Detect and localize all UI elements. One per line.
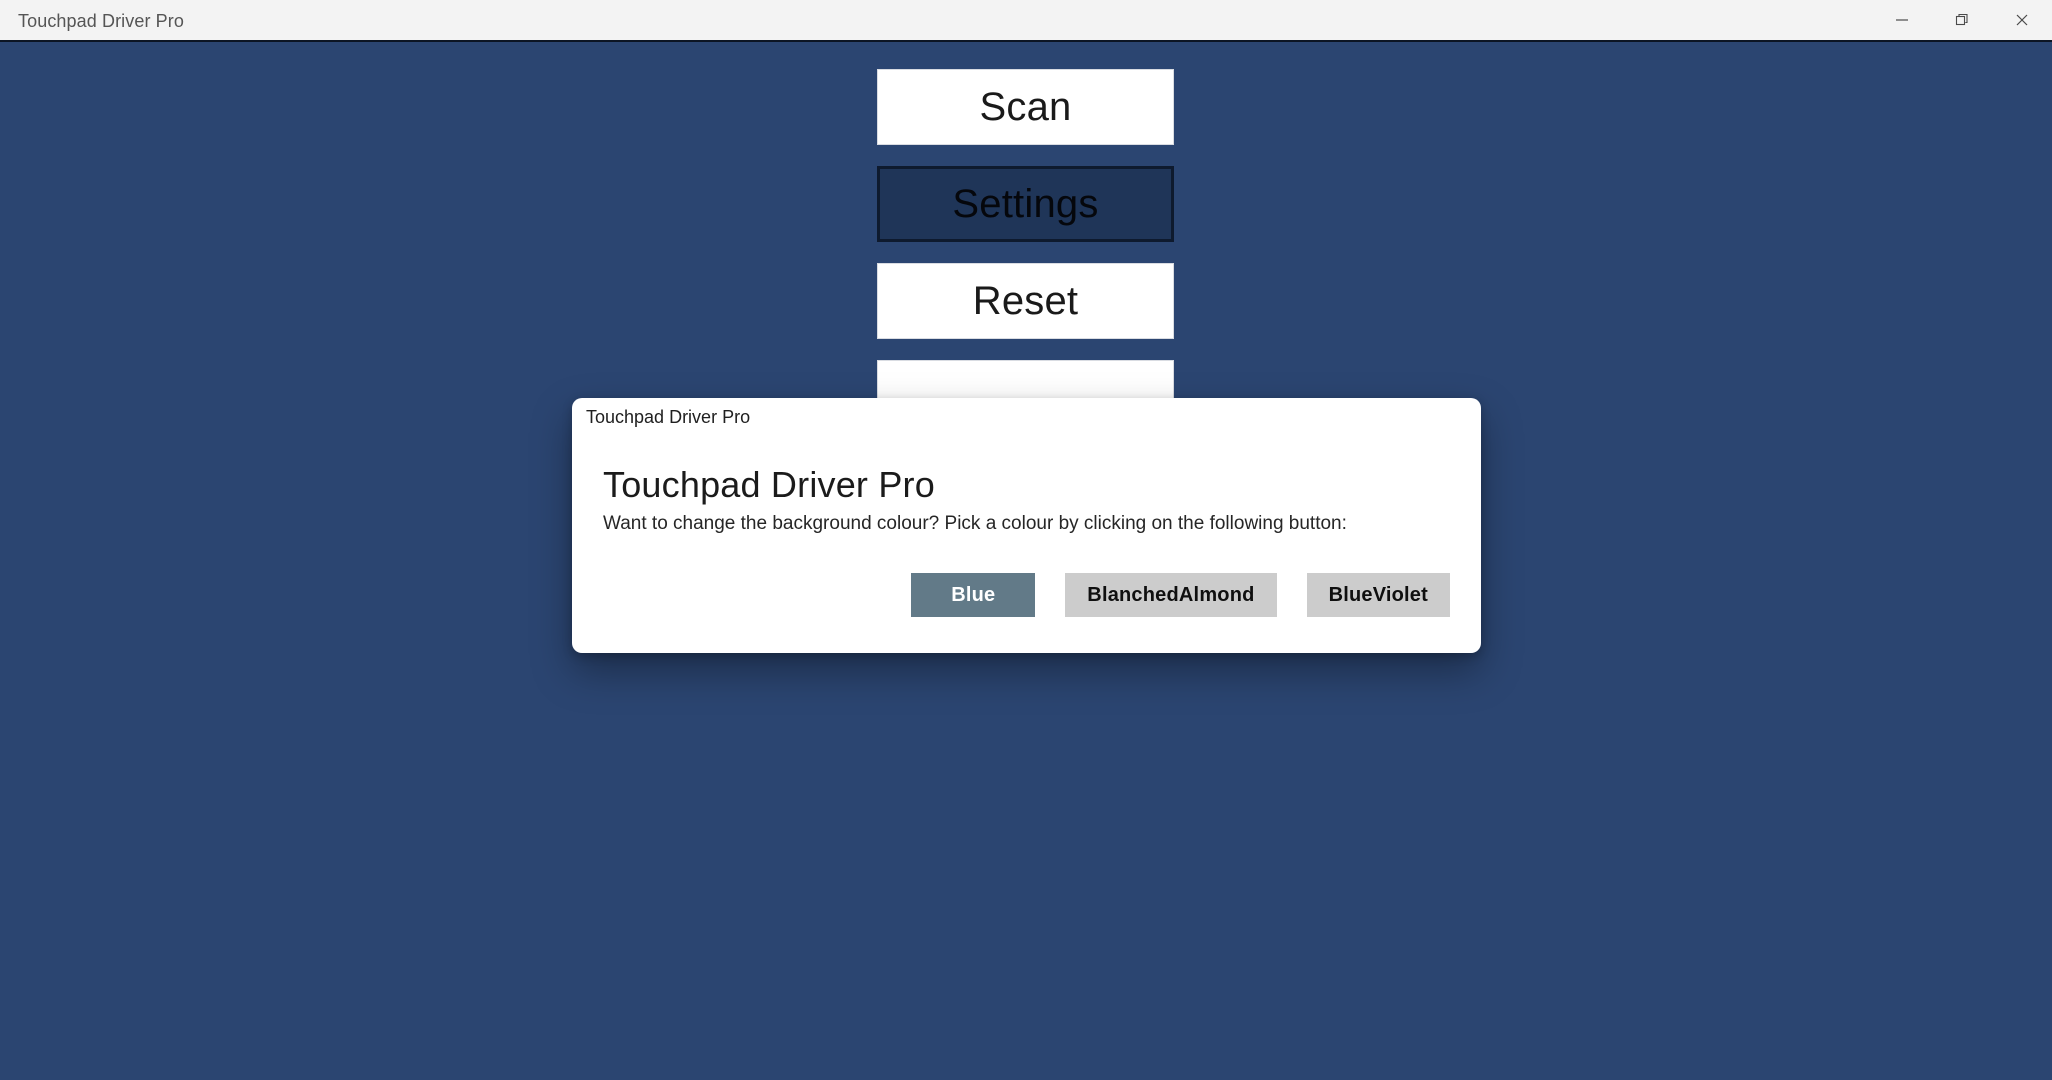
close-icon — [2016, 14, 2028, 26]
close-button[interactable] — [1992, 0, 2052, 40]
minimize-icon — [1896, 19, 1908, 21]
scan-button[interactable]: Scan — [877, 69, 1174, 145]
blanchedalmond-button[interactable]: BlanchedAlmond — [1065, 573, 1277, 617]
blueviolet-button[interactable]: BlueViolet — [1306, 573, 1450, 617]
reset-button[interactable]: Reset — [877, 263, 1174, 339]
settings-button[interactable]: Settings — [877, 166, 1174, 242]
dialog-titlebar: Touchpad Driver Pro — [572, 398, 1481, 436]
restore-icon — [1955, 13, 1968, 26]
dialog-message: Want to change the background colour? Pi… — [603, 513, 1347, 534]
window-titlebar: Touchpad Driver Pro — [0, 0, 2052, 42]
dialog-titlebar-title: Touchpad Driver Pro — [586, 407, 751, 427]
app-window: Touchpad Driver Pro Scan Settings Reset … — [0, 0, 2052, 1080]
dialog-button-row: Blue BlanchedAlmond BlueViolet — [603, 573, 1450, 617]
minimize-button[interactable] — [1872, 0, 1932, 40]
window-controls — [1872, 0, 2052, 40]
blue-button[interactable]: Blue — [911, 573, 1036, 617]
dialog-heading: Touchpad Driver Pro — [603, 464, 935, 505]
colour-picker-dialog: Touchpad Driver Pro Touchpad Driver Pro … — [572, 398, 1481, 653]
window-title: Touchpad Driver Pro — [18, 11, 184, 31]
restore-button[interactable] — [1932, 0, 1992, 40]
